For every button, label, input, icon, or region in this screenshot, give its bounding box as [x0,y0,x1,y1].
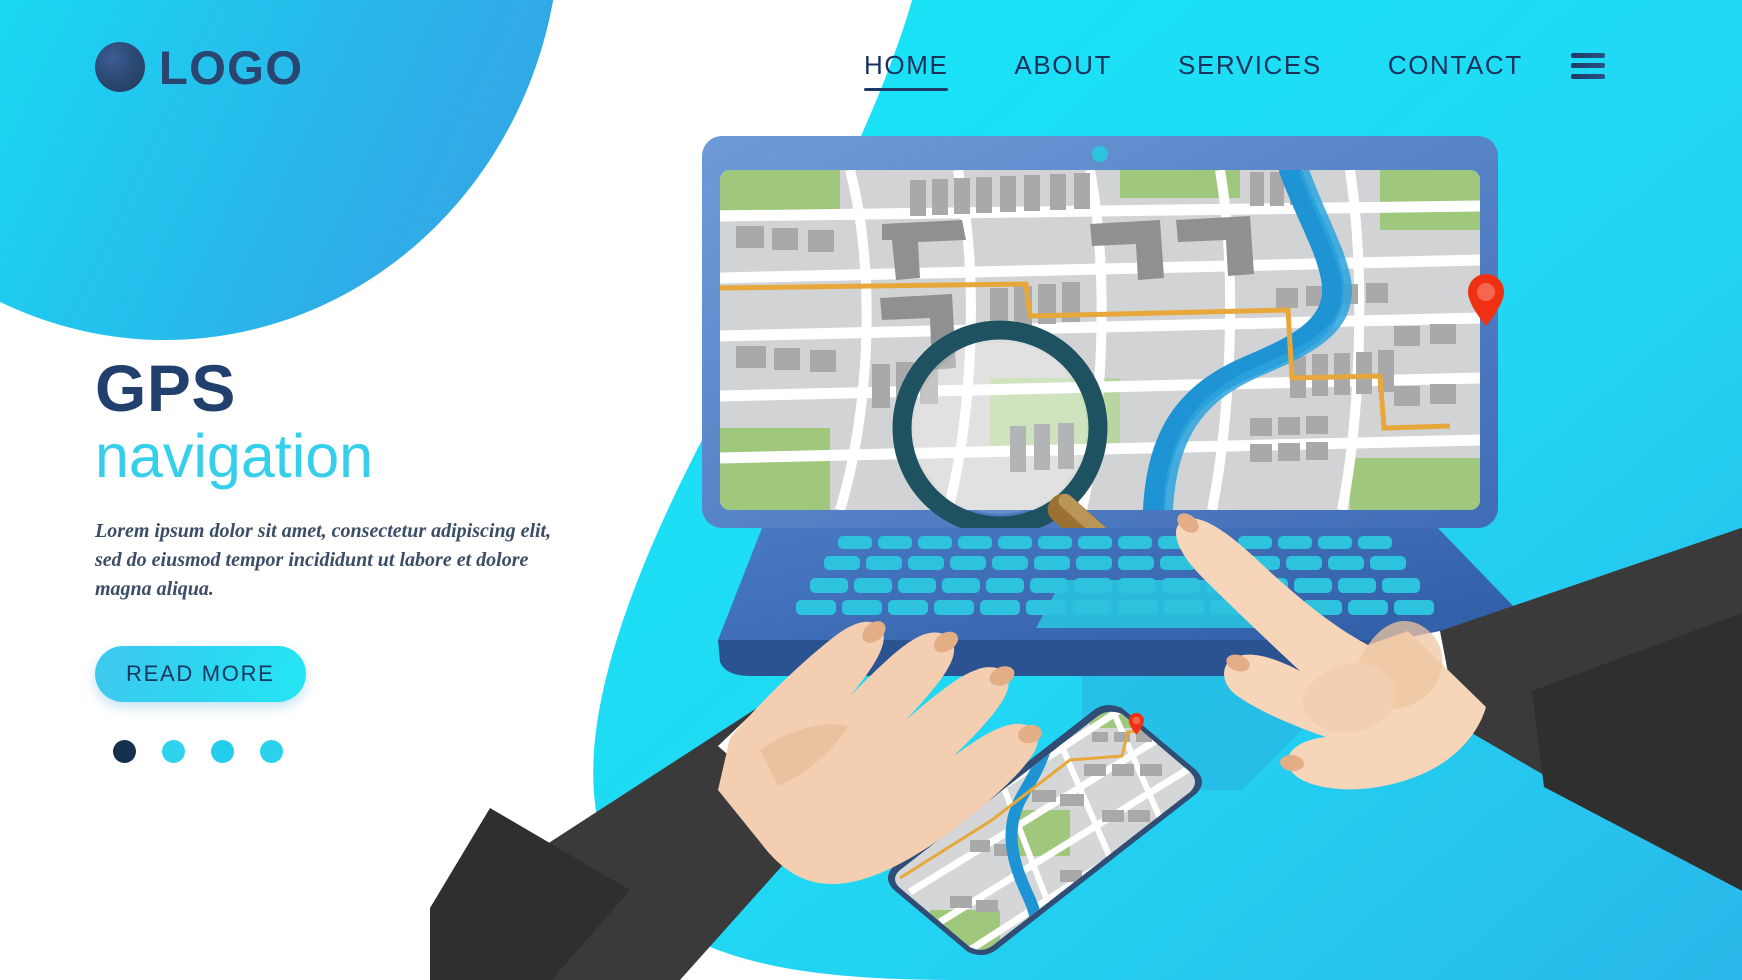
brand-logo[interactable]: LOGO [95,42,303,92]
nav-item-services[interactable]: SERVICES [1178,50,1322,91]
map-pin-icon [1468,274,1504,326]
logo-text: LOGO [159,40,304,94]
read-more-button[interactable]: READ MORE [95,646,306,703]
circle-logo-icon [95,42,145,92]
hero-section: GPS navigation Lorem ipsum dolor sit ame… [95,351,565,764]
hamburger-menu-icon[interactable] [1570,52,1605,79]
nav-item-contact[interactable]: CONTACT [1388,50,1523,91]
hero-paragraph: Lorem ipsum dolor sit amet, consectetur … [95,520,552,601]
nav-item-home[interactable]: HOME [864,50,949,91]
webcam-icon [1092,146,1108,162]
nav-item-about[interactable]: ABOUT [1014,50,1112,91]
carousel-dot-1[interactable] [113,740,136,764]
page-subtitle: navigation [95,422,374,491]
landing-page: LOGO HOME ABOUT SERVICES CONTACT GPS nav… [0,0,1742,980]
main-navigation: HOME ABOUT SERVICES CONTACT [864,50,1605,91]
carousel-dot-2[interactable] [162,740,185,764]
carousel-dots [95,740,565,764]
page-title: GPS [95,351,236,425]
carousel-dot-4[interactable] [260,740,283,764]
carousel-dot-3[interactable] [211,740,234,764]
right-hand-holding-magnifier [1175,513,1742,891]
